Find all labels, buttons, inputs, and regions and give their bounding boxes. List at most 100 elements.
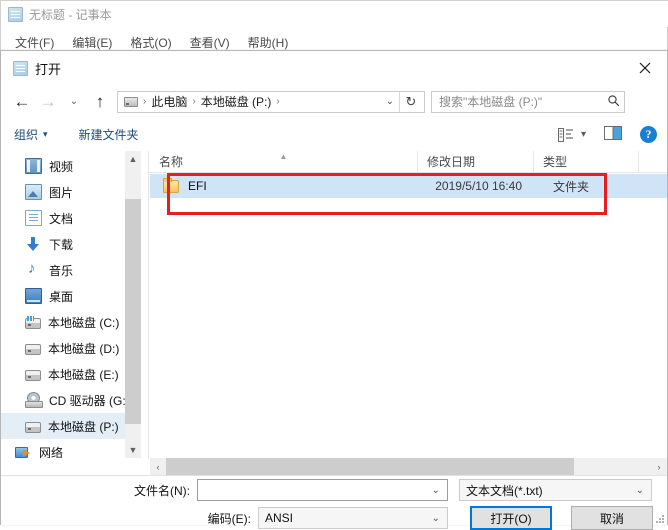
- encoding-row: 编码(E): ANSI ⌄ 打开(O) 取消: [1, 506, 653, 530]
- file-list-pane: 名称 ▲ 修改日期 类型 EFI 2019/5/10 16:40 文件夹: [150, 150, 667, 458]
- column-label: 名称: [159, 155, 184, 169]
- column-header-name[interactable]: 名称 ▲: [150, 150, 418, 173]
- forward-icon[interactable]: →: [35, 89, 61, 115]
- resize-grip[interactable]: [654, 513, 664, 523]
- chevron-down-icon: ▾: [43, 129, 48, 139]
- chevron-down-icon[interactable]: ⌄: [636, 485, 651, 496]
- sidebar-item-label: 下载: [49, 237, 74, 252]
- sidebar-item-cd-drive-g[interactable]: CD 驱动器 (G:): [1, 387, 134, 413]
- chevron-down-icon[interactable]: ⌄: [432, 485, 447, 496]
- breadcrumb-separator: ›: [276, 96, 280, 107]
- file-list-horizontal-scrollbar[interactable]: ‹ ›: [150, 458, 667, 475]
- scroll-left-icon[interactable]: ‹: [150, 458, 166, 475]
- search-placeholder: 搜索"本地磁盘 (P:)": [439, 95, 543, 109]
- navigation-row: ← → ⌄ ↑ › 此电脑 › 本地磁盘 (P:) › ⌄ ↻ 搜索"本地磁盘 …: [1, 85, 667, 118]
- preview-pane-icon: [604, 126, 622, 143]
- address-chevron-down-icon[interactable]: ⌄: [386, 96, 399, 107]
- scroll-right-icon[interactable]: ›: [651, 458, 667, 475]
- toolbar-right-group: ▾ ?: [552, 126, 667, 143]
- encoding-value: ANSI: [265, 511, 294, 525]
- address-bar[interactable]: › 此电脑 › 本地磁盘 (P:) › ⌄ ↻: [117, 90, 425, 113]
- pictures-icon: [25, 184, 42, 200]
- scrollbar-track[interactable]: [166, 458, 651, 475]
- encoding-select[interactable]: ANSI ⌄: [258, 507, 448, 529]
- preview-pane-button[interactable]: [592, 126, 634, 143]
- search-icon[interactable]: [607, 94, 620, 110]
- sidebar-item-label: 网络: [39, 445, 64, 459]
- recent-locations-chevron-down-icon[interactable]: ⌄: [61, 89, 87, 115]
- column-header-type[interactable]: 类型: [534, 150, 639, 173]
- file-list-rows: EFI 2019/5/10 16:40 文件夹: [150, 174, 667, 198]
- search-input[interactable]: 搜索"本地磁盘 (P:)": [431, 90, 625, 113]
- network-icon: [15, 444, 32, 458]
- help-button[interactable]: ?: [634, 126, 657, 143]
- video-icon: [25, 158, 42, 174]
- sidebar-item-local-disk-d[interactable]: 本地磁盘 (D:): [1, 335, 134, 361]
- sidebar-item-label: 本地磁盘 (C:): [48, 315, 120, 330]
- sidebar-item-local-disk-c[interactable]: 本地磁盘 (C:): [1, 309, 134, 335]
- cd-drive-icon: [25, 392, 43, 408]
- drive-icon: [124, 96, 138, 107]
- sidebar-item-pictures[interactable]: 图片: [1, 179, 134, 205]
- breadcrumb-separator: ›: [143, 96, 147, 107]
- cancel-button[interactable]: 取消: [571, 506, 653, 530]
- file-type-select[interactable]: 文本文档(*.txt) ⌄: [459, 479, 652, 501]
- folder-icon: [163, 177, 179, 193]
- drive-icon: [25, 370, 41, 381]
- documents-icon: [25, 210, 42, 226]
- breadcrumb-item-this-pc[interactable]: 此电脑: [151, 93, 187, 110]
- navigation-pane: 视频 图片 文档 下载 音乐: [1, 151, 149, 458]
- table-row[interactable]: EFI 2019/5/10 16:40 文件夹: [150, 174, 667, 198]
- view-options-button[interactable]: ▾: [552, 127, 592, 142]
- open-button[interactable]: 打开(O): [470, 506, 552, 530]
- encoding-label: 编码(E):: [207, 511, 251, 526]
- sidebar-item-local-disk-e[interactable]: 本地磁盘 (E:): [1, 361, 134, 387]
- sidebar-item-label: CD 驱动器 (G:): [49, 393, 130, 408]
- close-icon[interactable]: [622, 51, 667, 84]
- organize-button[interactable]: 组织 ▾: [14, 126, 48, 143]
- breadcrumb-item-local-disk-p[interactable]: 本地磁盘 (P:): [201, 93, 272, 110]
- sidebar-item-label: 视频: [49, 159, 74, 174]
- up-icon[interactable]: ↑: [87, 89, 113, 115]
- column-header-date-modified[interactable]: 修改日期: [418, 150, 534, 173]
- sidebar-item-label: 本地磁盘 (E:): [48, 367, 119, 382]
- dialog-footer: 文件名(N): ⌄ 文本文档(*.txt) ⌄ 编码(E): ANSI ⌄ 打开…: [1, 476, 667, 530]
- new-folder-label: 新建文件夹: [78, 128, 139, 142]
- file-name-cell: EFI: [188, 179, 207, 193]
- scroll-down-icon[interactable]: ▼: [125, 442, 141, 458]
- sidebar-item-documents[interactable]: 文档: [1, 205, 134, 231]
- system-drive-icon: [25, 316, 41, 329]
- drive-icon: [25, 422, 41, 433]
- file-list-header: 名称 ▲ 修改日期 类型: [150, 150, 667, 173]
- notepad-title: 无标题 - 记事本: [29, 7, 112, 22]
- desktop-icon: [25, 288, 42, 304]
- navigation-pane-scrollbar[interactable]: ▲ ▼: [125, 151, 141, 458]
- sidebar-item-label: 本地磁盘 (P:): [48, 419, 119, 434]
- file-type-value: 文本文档(*.txt): [466, 483, 543, 498]
- sidebar-item-local-disk-p[interactable]: 本地磁盘 (P:): [1, 413, 134, 439]
- scrollbar-thumb[interactable]: [166, 458, 574, 475]
- back-icon[interactable]: ←: [9, 89, 35, 115]
- scroll-up-icon[interactable]: ▲: [125, 151, 141, 167]
- drive-icon: [25, 344, 41, 355]
- filename-input[interactable]: ⌄: [197, 479, 448, 501]
- notepad-titlebar: 无标题 - 记事本: [1, 1, 668, 27]
- filename-row: 文件名(N): ⌄ 文本文档(*.txt) ⌄: [1, 479, 652, 501]
- scrollbar-thumb[interactable]: [125, 199, 141, 424]
- sidebar-item-downloads[interactable]: 下载: [1, 231, 134, 257]
- sidebar-item-videos[interactable]: 视频: [1, 153, 134, 179]
- sidebar-item-label: 音乐: [49, 263, 74, 278]
- pane-divider[interactable]: [148, 151, 149, 458]
- filename-label: 文件名(N):: [134, 483, 190, 498]
- downloads-icon: [25, 236, 42, 252]
- chevron-down-icon[interactable]: ⌄: [432, 513, 447, 524]
- sidebar-item-desktop[interactable]: 桌面: [1, 283, 134, 309]
- sidebar-item-network[interactable]: 网络: [1, 439, 134, 458]
- navigation-tree: 视频 图片 文档 下载 音乐: [1, 151, 134, 458]
- sidebar-item-music[interactable]: 音乐: [1, 257, 134, 283]
- chevron-down-icon: ▾: [580, 129, 586, 140]
- new-folder-button[interactable]: 新建文件夹: [79, 126, 139, 143]
- refresh-icon[interactable]: ↻: [400, 91, 422, 113]
- sort-ascending-icon: ▲: [279, 151, 288, 161]
- column-label: 类型: [543, 155, 568, 169]
